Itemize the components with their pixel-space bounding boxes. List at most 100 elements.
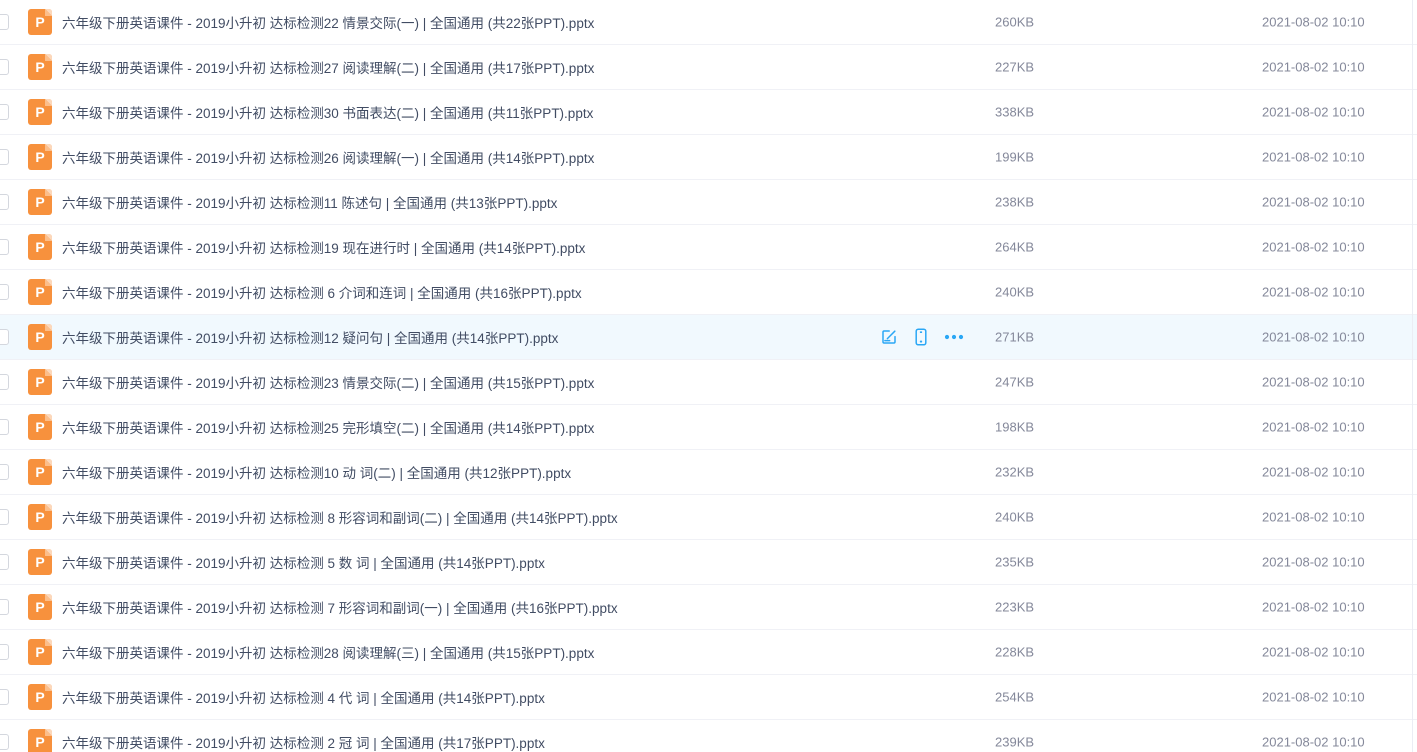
file-date: 2021-08-02 10:10 xyxy=(1262,690,1365,705)
ppt-file-icon: P xyxy=(28,594,52,620)
file-date: 2021-08-02 10:10 xyxy=(1262,60,1365,75)
ppt-file-icon: P xyxy=(28,729,52,752)
ppt-file-icon: P xyxy=(28,369,52,395)
file-row[interactable]: P 六年级下册英语课件 - 2019小升初 达标检测 6 介词和连词 | 全国通… xyxy=(0,270,1417,315)
file-name[interactable]: 六年级下册英语课件 - 2019小升初 达标检测22 情景交际(一) | 全国通… xyxy=(62,12,594,32)
row-checkbox[interactable] xyxy=(0,239,9,255)
file-manager-page: P 六年级下册英语课件 - 2019小升初 达标检测22 情景交际(一) | 全… xyxy=(0,0,1417,752)
file-name[interactable]: 六年级下册英语课件 - 2019小升初 达标检测28 阅读理解(三) | 全国通… xyxy=(62,642,594,662)
ppt-file-icon: P xyxy=(28,189,52,215)
ppt-file-icon: P xyxy=(28,549,52,575)
row-checkbox[interactable] xyxy=(0,374,9,390)
row-checkbox[interactable] xyxy=(0,104,9,120)
file-date: 2021-08-02 10:10 xyxy=(1262,555,1365,570)
file-size: 228KB xyxy=(995,645,1034,660)
file-row[interactable]: P 六年级下册英语课件 - 2019小升初 达标检测 2 冠 词 | 全国通用 … xyxy=(0,720,1417,752)
ppt-file-icon: P xyxy=(28,639,52,665)
file-size: 260KB xyxy=(995,15,1034,30)
file-date: 2021-08-02 10:10 xyxy=(1262,15,1365,30)
row-actions xyxy=(880,328,964,346)
more-actions-icon[interactable] xyxy=(944,334,964,340)
file-name[interactable]: 六年级下册英语课件 - 2019小升初 达标检测 4 代 词 | 全国通用 (共… xyxy=(62,687,545,707)
file-size: 199KB xyxy=(995,150,1034,165)
file-row[interactable]: P 六年级下册英语课件 - 2019小升初 达标检测 8 形容词和副词(二) |… xyxy=(0,495,1417,540)
file-date: 2021-08-02 10:10 xyxy=(1262,465,1365,480)
edit-icon[interactable] xyxy=(880,328,898,346)
file-row[interactable]: P 六年级下册英语课件 - 2019小升初 达标检测25 完形填空(二) | 全… xyxy=(0,405,1417,450)
ppt-file-icon: P xyxy=(28,99,52,125)
file-name[interactable]: 六年级下册英语课件 - 2019小升初 达标检测23 情景交际(二) | 全国通… xyxy=(62,372,594,392)
row-checkbox[interactable] xyxy=(0,599,9,615)
file-size: 232KB xyxy=(995,465,1034,480)
file-row[interactable]: P 六年级下册英语课件 - 2019小升初 达标检测11 陈述句 | 全国通用 … xyxy=(0,180,1417,225)
table-right-border xyxy=(1412,0,1413,752)
file-name[interactable]: 六年级下册英语课件 - 2019小升初 达标检测27 阅读理解(二) | 全国通… xyxy=(62,57,594,77)
file-size: 223KB xyxy=(995,600,1034,615)
row-checkbox[interactable] xyxy=(0,644,9,660)
file-row[interactable]: P 六年级下册英语课件 - 2019小升初 达标检测28 阅读理解(三) | 全… xyxy=(0,630,1417,675)
ppt-file-icon: P xyxy=(28,504,52,530)
ppt-file-icon: P xyxy=(28,684,52,710)
row-checkbox[interactable] xyxy=(0,734,9,750)
file-date: 2021-08-02 10:10 xyxy=(1262,510,1365,525)
row-checkbox[interactable] xyxy=(0,59,9,75)
file-name[interactable]: 六年级下册英语课件 - 2019小升初 达标检测19 现在进行时 | 全国通用 … xyxy=(62,237,585,257)
file-name[interactable]: 六年级下册英语课件 - 2019小升初 达标检测12 疑问句 | 全国通用 (共… xyxy=(62,327,558,347)
row-checkbox[interactable] xyxy=(0,194,9,210)
row-checkbox[interactable] xyxy=(0,509,9,525)
file-row[interactable]: P 六年级下册英语课件 - 2019小升初 达标检测 5 数 词 | 全国通用 … xyxy=(0,540,1417,585)
file-date: 2021-08-02 10:10 xyxy=(1262,285,1365,300)
file-name[interactable]: 六年级下册英语课件 - 2019小升初 达标检测 5 数 词 | 全国通用 (共… xyxy=(62,552,545,572)
file-size: 247KB xyxy=(995,375,1034,390)
file-date: 2021-08-02 10:10 xyxy=(1262,600,1365,615)
file-row[interactable]: P 六年级下册英语课件 - 2019小升初 达标检测12 疑问句 | 全国通用 … xyxy=(0,315,1417,360)
file-size: 239KB xyxy=(995,735,1034,750)
file-row[interactable]: P 六年级下册英语课件 - 2019小升初 达标检测 7 形容词和副词(一) |… xyxy=(0,585,1417,630)
file-row[interactable]: P 六年级下册英语课件 - 2019小升初 达标检测26 阅读理解(一) | 全… xyxy=(0,135,1417,180)
mobile-preview-icon[interactable] xyxy=(913,328,929,346)
file-row[interactable]: P 六年级下册英语课件 - 2019小升初 达标检测23 情景交际(二) | 全… xyxy=(0,360,1417,405)
row-checkbox[interactable] xyxy=(0,329,9,345)
ppt-file-icon: P xyxy=(28,414,52,440)
file-name[interactable]: 六年级下册英语课件 - 2019小升初 达标检测 8 形容词和副词(二) | 全… xyxy=(62,507,618,527)
file-date: 2021-08-02 10:10 xyxy=(1262,240,1365,255)
file-date: 2021-08-02 10:10 xyxy=(1262,375,1365,390)
file-date: 2021-08-02 10:10 xyxy=(1262,150,1365,165)
file-name[interactable]: 六年级下册英语课件 - 2019小升初 达标检测10 动 词(二) | 全国通用… xyxy=(62,462,571,482)
file-size: 198KB xyxy=(995,420,1034,435)
file-row[interactable]: P 六年级下册英语课件 - 2019小升初 达标检测19 现在进行时 | 全国通… xyxy=(0,225,1417,270)
file-date: 2021-08-02 10:10 xyxy=(1262,420,1365,435)
file-name[interactable]: 六年级下册英语课件 - 2019小升初 达标检测 7 形容词和副词(一) | 全… xyxy=(62,597,618,617)
row-checkbox[interactable] xyxy=(0,284,9,300)
file-row[interactable]: P 六年级下册英语课件 - 2019小升初 达标检测 4 代 词 | 全国通用 … xyxy=(0,675,1417,720)
file-row[interactable]: P 六年级下册英语课件 - 2019小升初 达标检测27 阅读理解(二) | 全… xyxy=(0,45,1417,90)
file-size: 254KB xyxy=(995,690,1034,705)
file-name[interactable]: 六年级下册英语课件 - 2019小升初 达标检测11 陈述句 | 全国通用 (共… xyxy=(62,192,557,212)
row-checkbox[interactable] xyxy=(0,554,9,570)
file-name[interactable]: 六年级下册英语课件 - 2019小升初 达标检测 2 冠 词 | 全国通用 (共… xyxy=(62,732,545,752)
file-date: 2021-08-02 10:10 xyxy=(1262,330,1365,345)
file-row[interactable]: P 六年级下册英语课件 - 2019小升初 达标检测10 动 词(二) | 全国… xyxy=(0,450,1417,495)
ppt-file-icon: P xyxy=(28,459,52,485)
file-size: 271KB xyxy=(995,330,1034,345)
file-size: 240KB xyxy=(995,510,1034,525)
ppt-file-icon: P xyxy=(28,234,52,260)
row-checkbox[interactable] xyxy=(0,149,9,165)
file-list: P 六年级下册英语课件 - 2019小升初 达标检测22 情景交际(一) | 全… xyxy=(0,0,1417,752)
file-name[interactable]: 六年级下册英语课件 - 2019小升初 达标检测26 阅读理解(一) | 全国通… xyxy=(62,147,594,167)
ppt-file-icon: P xyxy=(28,279,52,305)
file-size: 235KB xyxy=(995,555,1034,570)
file-date: 2021-08-02 10:10 xyxy=(1262,645,1365,660)
file-size: 338KB xyxy=(995,105,1034,120)
file-size: 240KB xyxy=(995,285,1034,300)
ppt-file-icon: P xyxy=(28,9,52,35)
row-checkbox[interactable] xyxy=(0,419,9,435)
row-checkbox[interactable] xyxy=(0,464,9,480)
row-checkbox[interactable] xyxy=(0,14,9,30)
file-name[interactable]: 六年级下册英语课件 - 2019小升初 达标检测 6 介词和连词 | 全国通用 … xyxy=(62,282,582,302)
file-name[interactable]: 六年级下册英语课件 - 2019小升初 达标检测30 书面表达(二) | 全国通… xyxy=(62,102,593,122)
file-name[interactable]: 六年级下册英语课件 - 2019小升初 达标检测25 完形填空(二) | 全国通… xyxy=(62,417,594,437)
row-checkbox[interactable] xyxy=(0,689,9,705)
file-row[interactable]: P 六年级下册英语课件 - 2019小升初 达标检测22 情景交际(一) | 全… xyxy=(0,0,1417,45)
file-row[interactable]: P 六年级下册英语课件 - 2019小升初 达标检测30 书面表达(二) | 全… xyxy=(0,90,1417,135)
